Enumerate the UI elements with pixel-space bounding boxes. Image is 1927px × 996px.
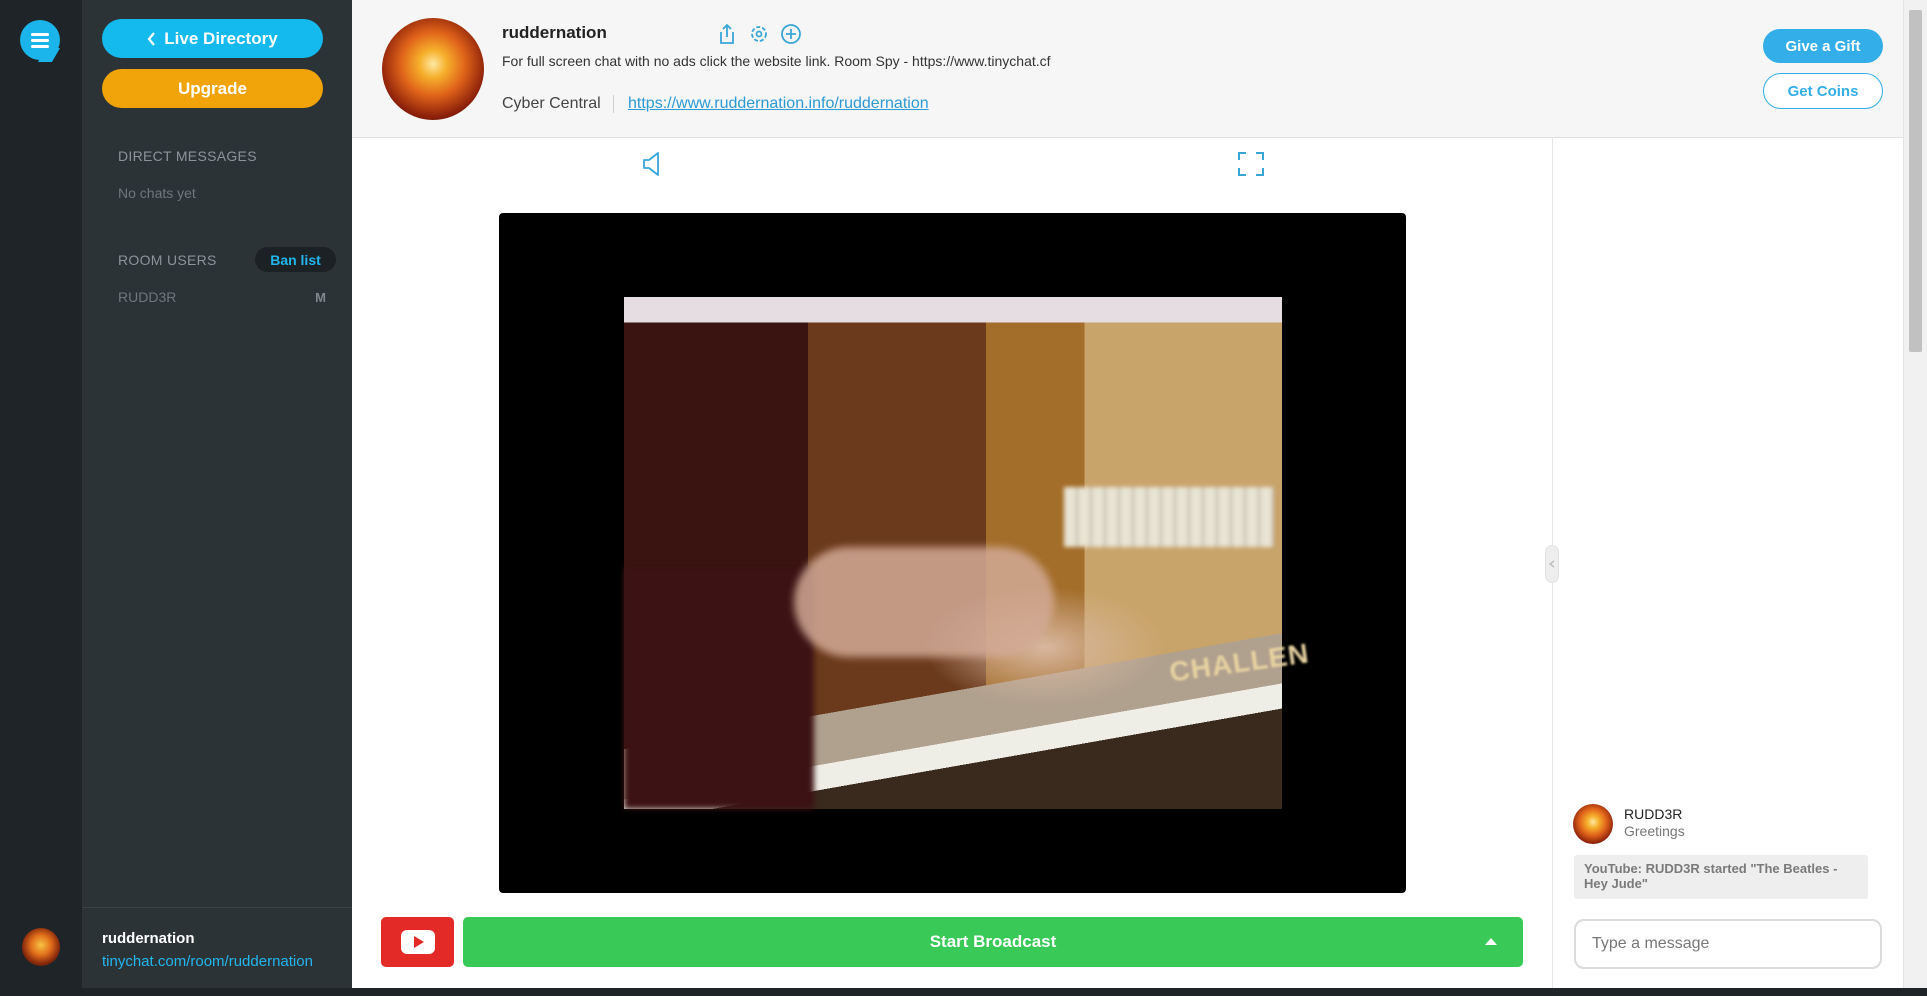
room-website-link[interactable]: https://www.ruddernation.info/ruddernati… [628,95,929,113]
chevron-left-icon [147,31,156,46]
scrollbar-thumb[interactable] [1909,10,1922,352]
icon-rail [0,0,82,996]
chat-message-text: Greetings [1624,823,1685,839]
get-coins-button[interactable]: Get Coins [1763,73,1883,109]
chat-message-user[interactable]: RUDD3R [1624,806,1682,822]
video-frame: CHALLEN [624,297,1311,809]
video-hand [794,547,1054,657]
start-broadcast-label: Start Broadcast [929,932,1057,951]
video-piano-keys [1064,487,1274,547]
upgrade-button[interactable]: Upgrade [102,69,323,108]
sidebar-footer: ruddernation tinychat.com/room/ruddernat… [82,907,352,996]
speaker-icon[interactable] [641,151,663,182]
message-input[interactable] [1574,919,1882,969]
room-category: Cyber Central [502,95,614,113]
video-sleeve [624,567,814,809]
direct-messages-empty: No chats yet [118,185,196,201]
fullscreen-icon[interactable] [1238,152,1264,181]
room-actions [715,22,803,46]
moderator-badge: M [315,289,326,305]
share-icon[interactable] [715,22,739,46]
sidebar: Live Directory Upgrade DIRECT MESSAGES N… [82,0,352,996]
room-description: For full screen chat with no ads click t… [502,53,1051,69]
room-avatar [382,18,484,120]
room-user-item[interactable]: RUDD3R M [118,287,338,307]
collapse-handle-icon[interactable] [1545,545,1559,583]
page-scrollbar[interactable] [1903,0,1927,996]
youtube-icon [400,930,435,954]
footer-username: ruddernation [102,930,195,947]
give-gift-button[interactable]: Give a Gift [1763,29,1883,63]
avatar[interactable] [1573,804,1613,844]
room-users-heading: ROOM USERS [118,252,217,268]
add-icon[interactable] [779,22,803,46]
start-broadcast-button[interactable]: Start Broadcast [463,917,1523,967]
user-avatar[interactable] [22,928,60,966]
bottom-strip [0,988,1927,996]
chevron-up-icon[interactable] [1485,938,1497,945]
video-player[interactable]: CHALLEN [499,213,1406,893]
live-directory-button[interactable]: Live Directory [102,19,323,58]
room-user-name: RUDD3R [118,289,177,305]
ban-list-button[interactable]: Ban list [255,247,336,272]
direct-messages-heading: DIRECT MESSAGES [118,148,257,164]
upgrade-label: Upgrade [178,78,247,98]
room-name: ruddernation [502,23,607,42]
video-brand-text: CHALLEN [1167,637,1312,688]
room-header: ruddernation For full screen chat with n… [352,0,1903,138]
footer-room-link[interactable]: tinychat.com/room/ruddernation [102,953,313,970]
youtube-button[interactable] [381,917,454,967]
live-directory-label: Live Directory [164,28,278,48]
settings-icon[interactable] [747,22,771,46]
system-message: YouTube: RUDD3R started "The Beatles - H… [1574,855,1868,899]
